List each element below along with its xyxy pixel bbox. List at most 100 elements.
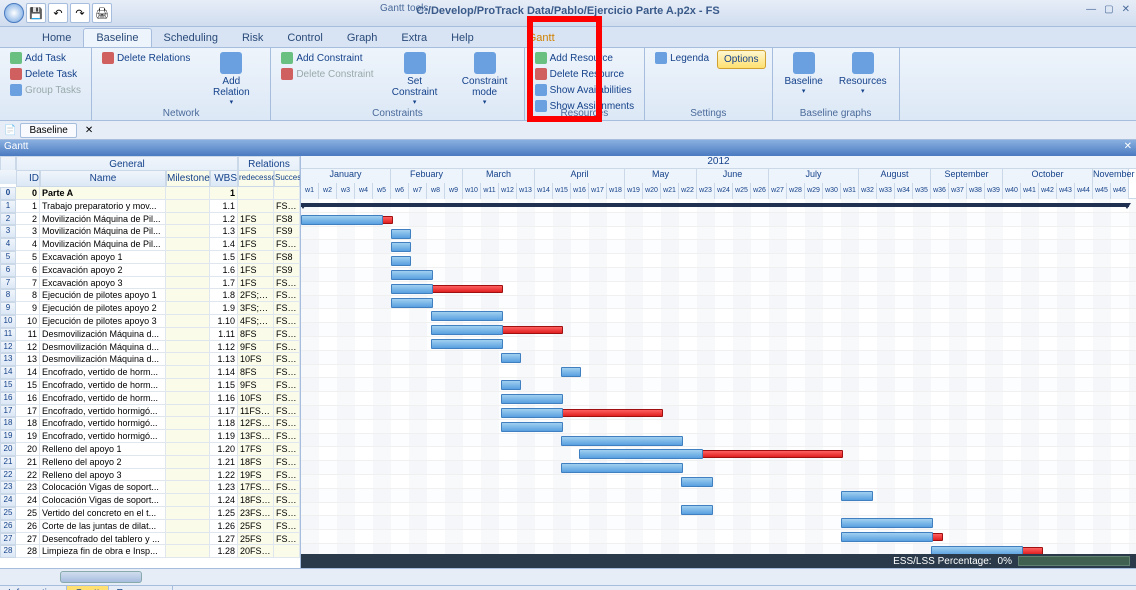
ribbon-delete-resource[interactable]: Delete Resource <box>531 66 639 82</box>
ribbon-constraint-mode[interactable]: Constraint mode▾ <box>452 50 518 108</box>
gantt-bar[interactable] <box>391 298 433 308</box>
table-row[interactable]: 2727Desencofrado del tablero y ...1.2725… <box>0 533 300 546</box>
tab-home[interactable]: Home <box>30 29 83 47</box>
gantt-bar[interactable] <box>501 353 521 363</box>
table-row[interactable]: 33Movilización Máquina de Pil...1.31FSFS… <box>0 225 300 238</box>
app-orb[interactable] <box>4 3 24 23</box>
gantt-bar[interactable] <box>561 463 683 473</box>
gantt-bar[interactable] <box>841 518 933 528</box>
col-successors[interactable]: Succes <box>274 170 300 187</box>
gantt-bar[interactable] <box>391 256 411 266</box>
table-row[interactable]: 1717Encofrado, vertido hormigó...1.1711F… <box>0 405 300 418</box>
col-milestone[interactable]: Milestone <box>166 170 210 187</box>
ribbon-delete-task[interactable]: Delete Task <box>6 66 85 82</box>
gantt-bar[interactable] <box>681 505 713 515</box>
table-row[interactable]: 1313Desmovilización Máquina d...1.1310FS… <box>0 353 300 366</box>
gantt-bar[interactable] <box>681 477 713 487</box>
table-row[interactable]: 2121Relleno del apoyo 21.2118FSFS28 <box>0 456 300 469</box>
table-row[interactable]: 2828Limpieza fin de obra e Insp...1.2820… <box>0 545 300 558</box>
table-row[interactable]: 2626Corte de las juntas de dilat...1.262… <box>0 520 300 533</box>
minimize-icon[interactable]: — <box>1086 4 1096 15</box>
close-subtab-icon[interactable]: ✕ <box>85 125 93 136</box>
tab-baseline[interactable]: Baseline <box>83 28 151 47</box>
table-row[interactable]: 1515Encofrado, vertido de horm...1.159FS… <box>0 379 300 392</box>
gantt-bar[interactable] <box>561 367 581 377</box>
ribbon-show-availabilities[interactable]: Show Availabilities <box>531 82 639 98</box>
gantt-bar[interactable] <box>301 215 383 225</box>
horizontal-scrollbar[interactable] <box>0 568 1136 585</box>
table-row[interactable]: 1414Encofrado, vertido de horm...1.148FS… <box>0 366 300 379</box>
gantt-bar[interactable] <box>579 449 703 459</box>
tab-risk[interactable]: Risk <box>230 29 275 47</box>
ribbon-baseline[interactable]: Baseline▾ <box>779 50 829 97</box>
table-row[interactable]: 1616Encofrado, vertido de horm...1.1610F… <box>0 392 300 405</box>
col-name[interactable]: Name <box>40 170 166 187</box>
gantt-bar[interactable] <box>841 491 873 501</box>
tab-gantt[interactable]: Gantt <box>516 29 567 47</box>
gantt-bar[interactable] <box>501 394 563 404</box>
gantt-bar[interactable] <box>561 436 683 446</box>
ribbon-add-relation[interactable]: Add Relation▾ <box>198 50 264 108</box>
table-row[interactable]: 66Excavación apoyo 21.61FSFS9 <box>0 264 300 277</box>
tab-extra[interactable]: Extra <box>389 29 439 47</box>
gantt-bar[interactable] <box>501 422 563 432</box>
table-row[interactable]: 1111Desmovilización Máquina d...1.118FSF… <box>0 328 300 341</box>
qat-print-icon[interactable]: 🖨 <box>92 3 112 23</box>
tab-scheduling[interactable]: Scheduling <box>152 29 230 47</box>
gantt-chart[interactable]: 2012 JanuaryFebuaryMarchAprilMayJuneJuly… <box>301 156 1136 568</box>
ribbon-add-task[interactable]: Add Task <box>6 50 85 66</box>
table-row[interactable]: 1919Encofrado, vertido hormigó...1.1913F… <box>0 430 300 443</box>
gantt-bar[interactable] <box>431 311 503 321</box>
gantt-bar[interactable] <box>301 203 1129 207</box>
gantt-bar[interactable] <box>391 242 411 252</box>
ribbon-delete-relations[interactable]: Delete Relations <box>98 50 194 66</box>
ribbon-set-constraint[interactable]: Set Constraint▾ <box>382 50 448 108</box>
table-row[interactable]: 99Ejecución de pilotes apoyo 21.93FS;6FS… <box>0 302 300 315</box>
ribbon-legenda[interactable]: Legenda <box>651 50 713 66</box>
grid-scroll-thumb[interactable] <box>60 571 142 583</box>
table-row[interactable]: 1010Ejecución de pilotes apoyo 31.104FS;… <box>0 315 300 328</box>
gantt-bar[interactable] <box>561 409 663 417</box>
bottom-tab-information[interactable]: Information <box>0 586 67 590</box>
options-button[interactable]: Options <box>717 50 765 69</box>
table-row[interactable]: 1212Desmovilización Máquina d...1.129FSF… <box>0 341 300 354</box>
tab-control[interactable]: Control <box>275 29 334 47</box>
ribbon-add-resource[interactable]: Add Resource <box>531 50 639 66</box>
tab-graph[interactable]: Graph <box>335 29 390 47</box>
col-id[interactable]: ID <box>16 170 40 187</box>
col-wbs[interactable]: WBS <box>210 170 238 187</box>
gantt-bar[interactable] <box>391 229 411 239</box>
table-row[interactable]: 2222Relleno del apoyo 31.2219FSFS28 <box>0 469 300 482</box>
table-row[interactable]: 11Trabajo preparatorio y mov...1.1FS2;FS <box>0 200 300 213</box>
qat-redo-icon[interactable]: ↷ <box>70 3 90 23</box>
pane-close-icon[interactable]: ✕ <box>1124 141 1132 155</box>
ribbon-resources[interactable]: Resources▾ <box>833 50 893 97</box>
table-row[interactable]: 2424Colocación Vigas de soport...1.2418F… <box>0 494 300 507</box>
table-row[interactable]: 88Ejecución de pilotes apoyo 11.82FS;5FS… <box>0 289 300 302</box>
tab-help[interactable]: Help <box>439 29 486 47</box>
table-row[interactable]: 44Movilización Máquina de Pil...1.41FSFS… <box>0 238 300 251</box>
gantt-bar[interactable] <box>431 339 503 349</box>
subtab-baseline[interactable]: Baseline <box>20 123 76 138</box>
table-row[interactable]: 2525Vertido del concreto en el t...1.252… <box>0 507 300 520</box>
bottom-tab-gantt[interactable]: Gantt <box>67 586 108 590</box>
gantt-bar[interactable] <box>431 325 503 335</box>
table-row[interactable]: 2323Colocación Vigas de soport...1.2317F… <box>0 481 300 494</box>
gantt-bar[interactable] <box>391 270 433 280</box>
qat-save-icon[interactable]: 💾 <box>26 3 46 23</box>
gantt-bar[interactable] <box>501 380 521 390</box>
qat-undo-icon[interactable]: ↶ <box>48 3 68 23</box>
table-row[interactable]: 55Excavación apoyo 11.51FSFS8 <box>0 251 300 264</box>
gantt-bar[interactable] <box>501 326 563 334</box>
ribbon-add-constraint[interactable]: Add Constraint <box>277 50 377 66</box>
close-icon[interactable]: ✕ <box>1122 4 1130 15</box>
bottom-tab-resources[interactable]: Resources <box>109 586 174 590</box>
table-row[interactable]: 22Movilización Máquina de Pil...1.21FSFS… <box>0 213 300 226</box>
table-row[interactable]: 1818Encofrado, vertido hormigó...1.1812F… <box>0 417 300 430</box>
gantt-bar[interactable] <box>841 532 933 542</box>
table-row[interactable]: 00Parte A1 <box>0 187 300 200</box>
col-predecessors[interactable]: redecesso <box>238 170 274 187</box>
maximize-icon[interactable]: ▢ <box>1104 4 1113 15</box>
table-row[interactable]: 2020Relleno del apoyo 11.2017FSFS28 <box>0 443 300 456</box>
gantt-bar[interactable] <box>501 408 563 418</box>
